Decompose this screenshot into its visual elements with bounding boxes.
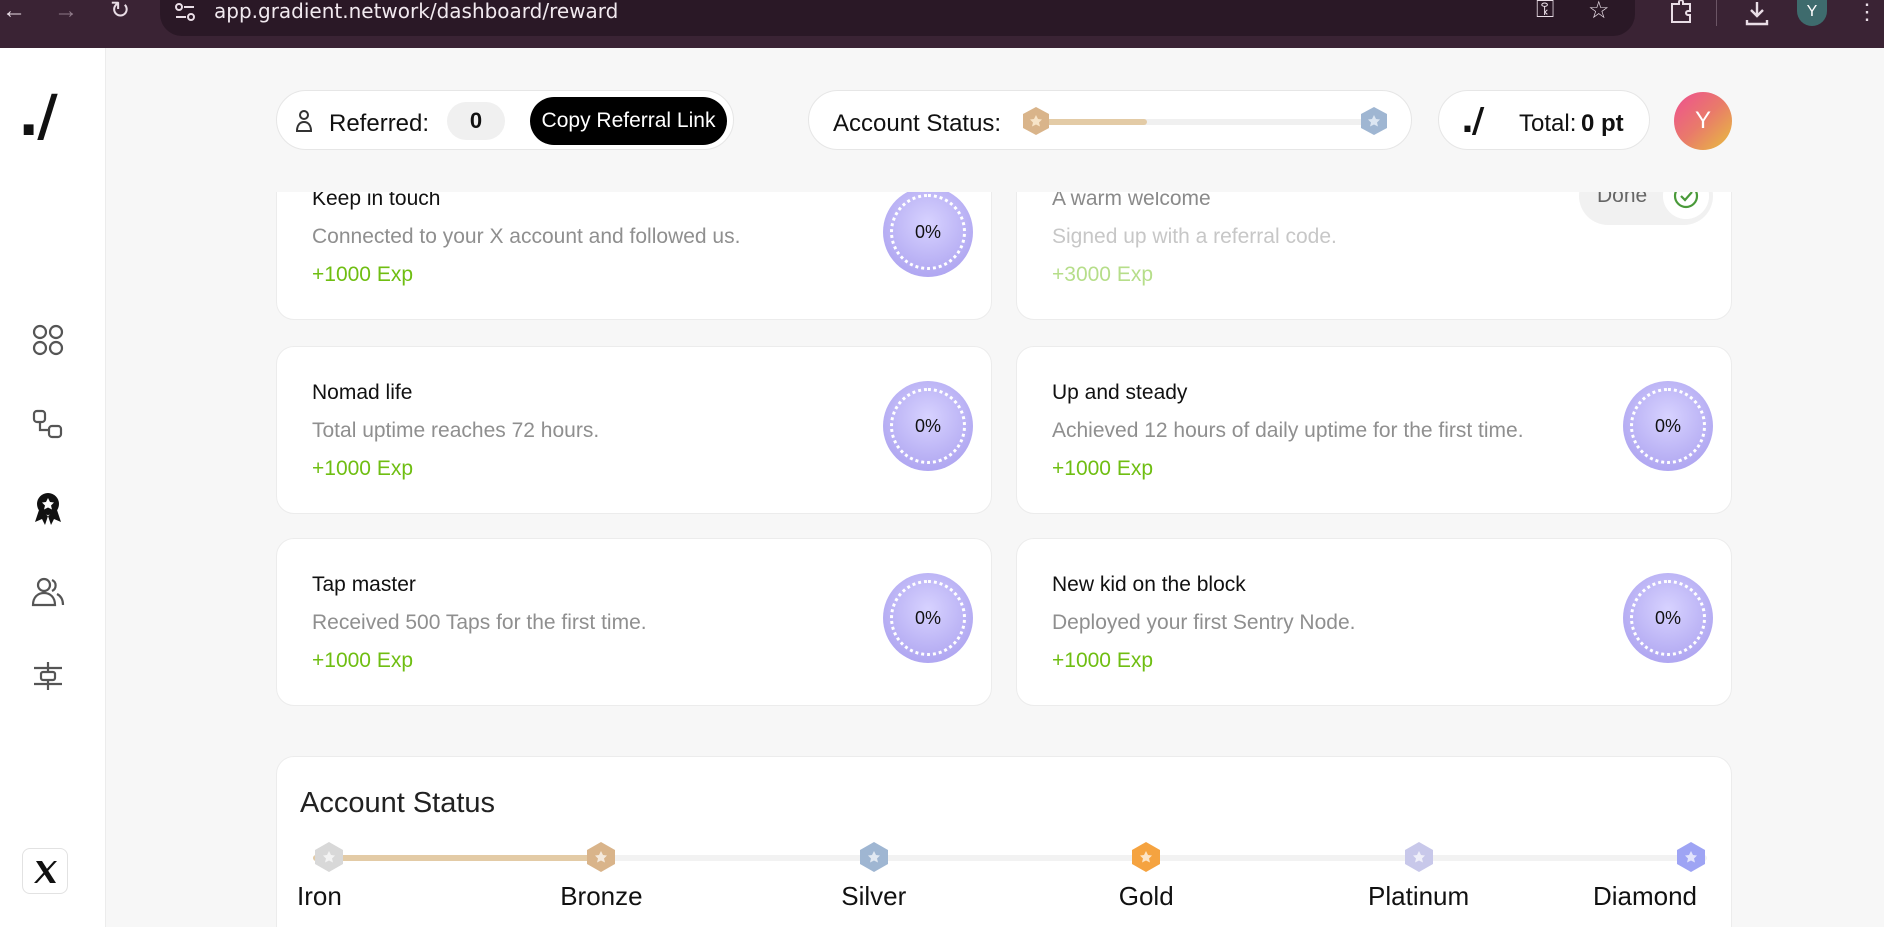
toolbar-divider xyxy=(1716,0,1717,26)
rewards-content[interactable]: Keep in touch Connected to your X accoun… xyxy=(106,192,1884,927)
account-status-progress xyxy=(1029,119,1367,125)
bronze-badge-icon xyxy=(1023,107,1049,135)
task-card: Tap master Received 500 Taps for the fir… xyxy=(276,538,992,706)
forward-icon[interactable]: → xyxy=(52,0,80,26)
points-logo-icon: ./ xyxy=(1461,101,1484,141)
tier-label: Diamond xyxy=(1592,881,1697,911)
diamond-tier-badge-icon xyxy=(1677,842,1705,872)
password-key-icon[interactable]: ⚿ xyxy=(1536,0,1554,24)
tier-label: Platinum xyxy=(1368,881,1470,911)
task-progress-ring: 0% xyxy=(1623,381,1713,471)
url-text[interactable]: app.gradient.network/dashboard/reward xyxy=(214,0,618,23)
x-logo-icon xyxy=(34,861,57,883)
task-card: Up and steady Achieved 12 hours of daily… xyxy=(1016,346,1732,514)
task-progress-value: 0% xyxy=(914,416,941,436)
tier-label: Iron xyxy=(297,881,342,911)
iron-tier-badge-icon xyxy=(315,842,343,872)
tier-progress-track xyxy=(313,855,1707,861)
task-reward: +1000 Exp xyxy=(1052,649,1154,672)
task-title: Up and steady xyxy=(1052,381,1188,404)
task-card: Keep in touch Connected to your X accoun… xyxy=(276,192,992,320)
task-description: Achieved 12 hours of daily uptime for th… xyxy=(1052,419,1524,442)
user-avatar[interactable]: Y xyxy=(1674,92,1732,150)
reload-icon[interactable]: ↻ xyxy=(106,0,134,26)
browser-menu-icon[interactable]: ⋮ xyxy=(1856,0,1878,24)
task-reward: +1000 Exp xyxy=(1052,457,1154,480)
tier-label: Bronze xyxy=(560,881,643,911)
total-label: Total: xyxy=(1519,110,1577,137)
task-progress-ring: 0% xyxy=(883,573,973,663)
gold-tier-badge-icon xyxy=(1132,842,1161,872)
dashboard-grid-icon[interactable] xyxy=(30,322,66,358)
bronze-tier-badge-icon xyxy=(587,842,616,872)
task-description: Received 500 Taps for the first time. xyxy=(312,611,647,634)
task-progress-ring: 0% xyxy=(1623,573,1713,663)
nodes-icon[interactable] xyxy=(30,406,66,442)
task-progress-ring: 0% xyxy=(883,381,973,471)
task-reward: +3000 Exp xyxy=(1052,263,1154,286)
task-reward: +1000 Exp xyxy=(312,263,414,286)
task-progress-ring: 0% xyxy=(883,192,973,277)
site-info-icon[interactable] xyxy=(174,2,196,22)
referral-person-icon xyxy=(295,110,313,132)
gradient-logo[interactable]: ./ xyxy=(18,84,58,149)
task-title: New kid on the block xyxy=(1052,573,1246,596)
task-description: Total uptime reaches 72 hours. xyxy=(312,419,600,442)
account-status-title: Account Status xyxy=(300,787,496,819)
account-status-card: Account Status Iron Bronze Silver Gold Plati… xyxy=(276,756,1732,927)
account-status-widget: Account Status: xyxy=(808,90,1412,150)
copy-referral-link-button[interactable]: Copy Referral Link xyxy=(530,97,727,145)
task-progress-value: 0% xyxy=(914,222,941,242)
x-social-button[interactable] xyxy=(22,848,68,894)
settings-sliders-icon[interactable] xyxy=(30,658,66,694)
done-label: Done xyxy=(1597,192,1648,207)
task-description: Deployed your first Sentry Node. xyxy=(1052,611,1356,634)
reward-badge-icon[interactable] xyxy=(30,490,66,526)
tier-progress-fill xyxy=(313,855,602,861)
platinum-tier-badge-icon xyxy=(1404,842,1433,872)
task-done-badge: Done xyxy=(1579,192,1713,225)
task-title: A warm welcome xyxy=(1052,192,1211,210)
downloads-icon[interactable] xyxy=(1744,0,1770,26)
task-description: Connected to your X account and followed… xyxy=(312,225,741,248)
sidebar: ./ xyxy=(0,48,106,927)
users-icon[interactable] xyxy=(30,574,66,610)
browser-toolbar: ← → ↻ app.gradient.network/dashboard/rew… xyxy=(0,0,1884,48)
silver-tier-badge-icon xyxy=(859,842,888,872)
task-progress-value: 0% xyxy=(1654,608,1681,628)
task-reward: +1000 Exp xyxy=(312,649,414,672)
task-title: Keep in touch xyxy=(312,192,441,210)
total-points-widget: ./ Total: 0 pt xyxy=(1438,90,1650,150)
total-value: 0 pt xyxy=(1581,110,1624,137)
referred-label: Referred: xyxy=(329,110,430,137)
referred-count: 0 xyxy=(447,102,505,140)
referral-widget: Referred: 0 Copy Referral Link xyxy=(276,90,734,150)
back-icon[interactable]: ← xyxy=(0,0,28,26)
task-card: New kid on the block Deployed your first… xyxy=(1016,538,1732,706)
task-progress-value: 0% xyxy=(1654,416,1681,436)
task-progress-value: 0% xyxy=(914,608,941,628)
address-bar[interactable]: app.gradient.network/dashboard/reward ⚿ … xyxy=(160,0,1635,36)
browser-profile-avatar[interactable]: Y xyxy=(1797,0,1827,26)
task-description: Signed up with a referral code. xyxy=(1052,225,1337,248)
tier-label: Silver xyxy=(841,881,907,911)
bookmark-star-icon[interactable]: ☆ xyxy=(1588,0,1610,25)
check-circle-icon xyxy=(1663,192,1709,219)
silver-badge-icon xyxy=(1361,107,1387,135)
extensions-icon[interactable] xyxy=(1668,0,1694,24)
task-title: Nomad life xyxy=(312,381,413,404)
task-card: Nomad life Total uptime reaches 72 hours… xyxy=(276,346,992,514)
task-title: Tap master xyxy=(312,573,416,596)
task-card: A warm welcome Signed up with a referral… xyxy=(1016,192,1732,320)
tier-label: Gold xyxy=(1118,881,1174,911)
account-status-label: Account Status: xyxy=(833,110,1002,137)
task-reward: +1000 Exp xyxy=(312,457,414,480)
